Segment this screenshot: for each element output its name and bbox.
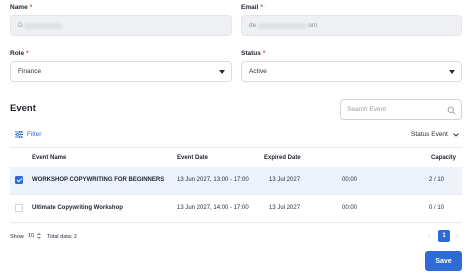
- status-event-dropdown[interactable]: Status Event: [411, 131, 459, 138]
- search-icon: [447, 106, 456, 115]
- prev-page-icon[interactable]: ‹: [428, 233, 430, 240]
- search-event-input[interactable]: Search Event: [340, 99, 462, 120]
- header-event-name: Event Name: [32, 155, 67, 161]
- filter-button[interactable]: Filter: [15, 131, 41, 138]
- filter-icon: [15, 131, 23, 138]
- email-field[interactable]: de om: [241, 15, 462, 36]
- filter-label: Filter: [27, 131, 42, 138]
- expired-date: 13 Jul 2027: [269, 177, 301, 183]
- name-field[interactable]: D: [10, 15, 232, 36]
- required-mark: *: [262, 50, 266, 57]
- chevron-down-icon: [453, 132, 459, 137]
- role-select[interactable]: Finance: [10, 61, 232, 82]
- required-mark: *: [26, 50, 29, 57]
- status-select[interactable]: Active: [241, 61, 462, 82]
- role-label: Role *: [10, 50, 29, 57]
- sort-arrows-icon: [37, 233, 41, 239]
- event-date: 13 Jun 2027, 13:00 - 17:00: [177, 177, 249, 183]
- event-date: 13 Jun 2027, 14:00 - 17:00: [177, 205, 249, 211]
- caret-down-icon: [449, 70, 455, 74]
- name-label: Name *: [10, 4, 33, 11]
- page-size-select[interactable]: 10: [25, 231, 41, 241]
- total-data: Total data: 2: [47, 234, 77, 240]
- next-page-icon[interactable]: ›: [456, 233, 458, 240]
- page-1-button[interactable]: 1: [438, 230, 450, 242]
- expired-time: 00:00: [342, 177, 358, 183]
- required-mark: *: [29, 4, 33, 11]
- email-prefix: de: [249, 22, 257, 29]
- status-event-label: Status Event: [411, 131, 448, 138]
- divider: [10, 222, 462, 223]
- header-expired-date: Expired Date: [264, 155, 301, 161]
- event-name: WORKSHOP COPYWRITING FOR BEGINNERS: [32, 177, 165, 183]
- page-size-value: 10: [28, 233, 35, 239]
- redacted-text: [257, 22, 308, 29]
- redacted-text: [23, 22, 62, 29]
- show-label: Show: [10, 234, 24, 240]
- caret-down-icon: [219, 70, 225, 74]
- email-suffix: om: [308, 22, 318, 29]
- capacity: 0 / 10: [429, 205, 445, 211]
- event-name: Ultimate Copywriting Workshop: [32, 205, 123, 211]
- status-label: Status *: [241, 50, 266, 57]
- event-section-title: Event: [10, 103, 36, 114]
- table-row[interactable]: WORKSHOP COPYWRITING FOR BEGINNERS 13 Ju…: [10, 167, 462, 194]
- header-event-date: Event Date: [177, 155, 209, 161]
- divider: [10, 147, 462, 148]
- save-button[interactable]: Save: [425, 251, 462, 271]
- required-mark: *: [260, 4, 263, 11]
- table-row[interactable]: Ultimate Copywriting Workshop 13 Jun 202…: [10, 195, 462, 222]
- header-capacity: Capacity: [431, 155, 457, 161]
- role-value: Finance: [18, 68, 42, 75]
- row-checkbox[interactable]: [15, 176, 23, 184]
- status-value: Active: [249, 68, 267, 75]
- expired-time: 00:00: [342, 205, 358, 211]
- row-checkbox[interactable]: [15, 204, 23, 212]
- search-placeholder: Search Event: [347, 106, 387, 113]
- capacity: 2 / 10: [429, 177, 445, 183]
- email-label: Email *: [241, 4, 263, 11]
- expired-date: 13 Jul 2027: [269, 205, 301, 211]
- name-value: D: [18, 22, 23, 29]
